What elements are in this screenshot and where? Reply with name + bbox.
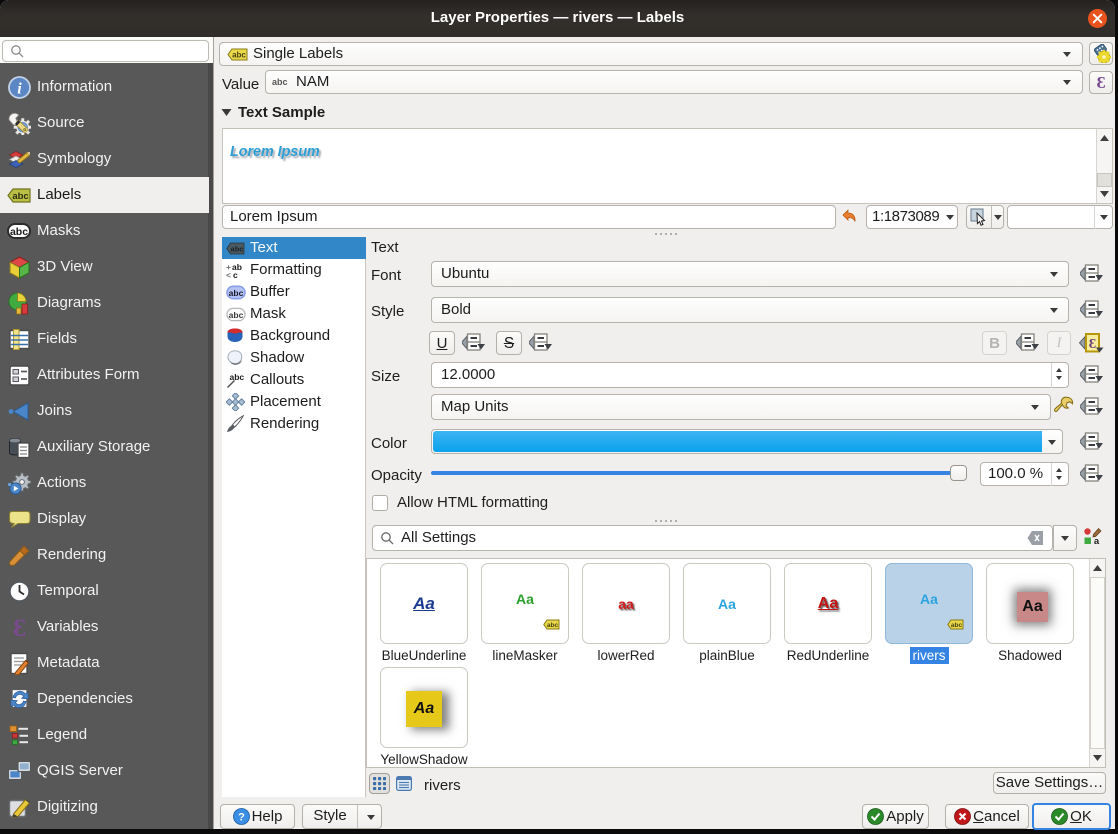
svg-text:abc: abc [229,309,244,319]
svg-text:Ɛ: Ɛ [12,616,25,639]
svg-text:abc: abc [12,191,28,202]
svg-text:abc: abc [272,77,288,87]
svg-text:<: < [226,270,231,279]
svg-text:abc: abc [231,244,244,253]
svg-text:c: c [233,270,238,279]
svg-text:abc: abc [951,622,963,629]
svg-text:?: ? [238,812,245,824]
svg-text:i: i [17,80,22,97]
svg-text:Ɛ: Ɛ [1089,337,1096,352]
svg-text:a: a [1094,536,1100,546]
svg-text:abc: abc [232,51,246,60]
svg-text:abc: abc [230,372,245,382]
svg-text:abc: abc [229,287,244,297]
svg-text:abc: abc [10,226,28,238]
svg-text:abc: abc [547,622,559,629]
